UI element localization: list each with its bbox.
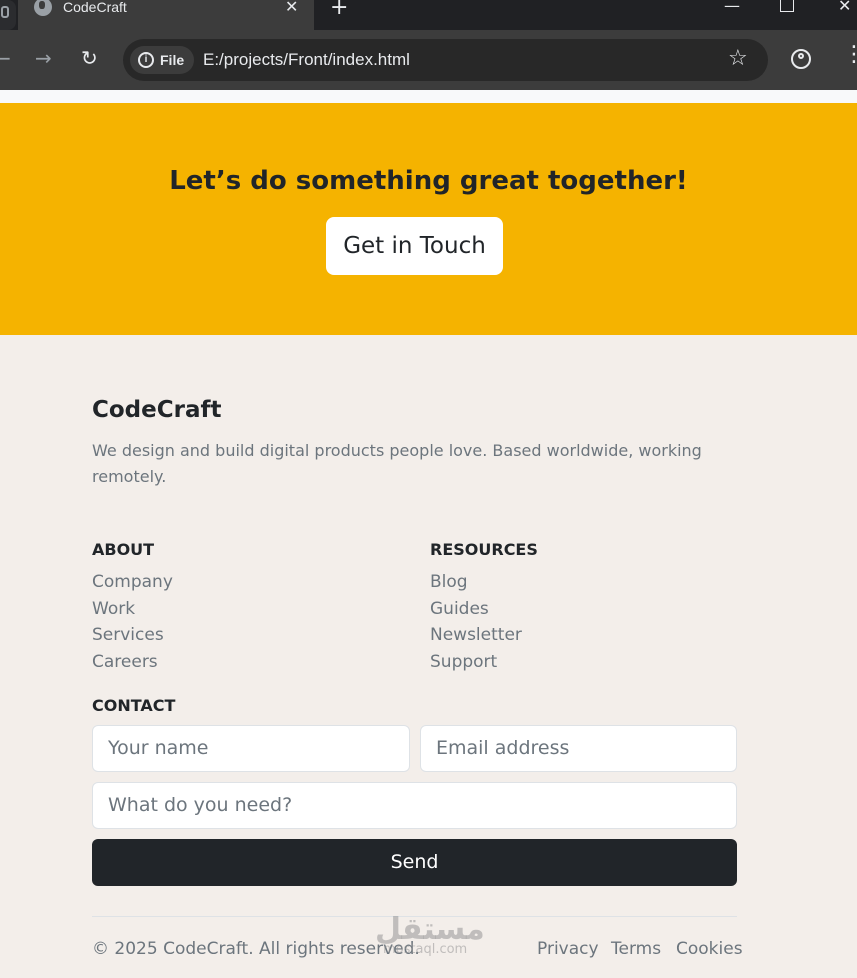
- copyright-text: © 2025 CodeCraft. All rights reserved.: [92, 939, 420, 959]
- about-heading: ABOUT: [92, 540, 155, 559]
- address-bar[interactable]: i File E:/projects/Front/index.html ☆: [123, 39, 768, 81]
- info-icon: i: [138, 52, 154, 68]
- browser-tab-bar: CodeCraft ✕ + — ✕: [0, 0, 857, 30]
- close-window-icon[interactable]: ✕: [838, 0, 851, 15]
- watermark-latin: mostaql.com: [383, 942, 468, 957]
- about-link-careers[interactable]: Careers: [92, 649, 173, 676]
- url-text[interactable]: E:/projects/Front/index.html: [203, 50, 410, 70]
- about-links: Company Work Services Careers: [92, 569, 173, 675]
- site-info-chip[interactable]: i File: [130, 46, 195, 74]
- cookies-link[interactable]: Cookies: [676, 939, 743, 959]
- maximize-icon[interactable]: [780, 0, 794, 12]
- menu-kebab-icon[interactable]: ⋮: [843, 42, 857, 67]
- about-link-work[interactable]: Work: [92, 596, 173, 623]
- resources-heading: RESOURCES: [430, 540, 538, 559]
- resources-link-guides[interactable]: Guides: [430, 596, 522, 623]
- mostaql-watermark: مستقل mostaql.com: [375, 912, 485, 957]
- privacy-link[interactable]: Privacy: [537, 939, 599, 959]
- new-tab-icon[interactable]: +: [330, 0, 348, 20]
- globe-icon: [34, 0, 52, 16]
- about-link-services[interactable]: Services: [92, 622, 173, 649]
- get-in-touch-button[interactable]: Get in Touch: [326, 217, 503, 275]
- back-icon[interactable]: ←: [0, 48, 11, 68]
- browser-toolbar: ← → ↻ i File E:/projects/Front/index.htm…: [0, 30, 857, 90]
- about-link-company[interactable]: Company: [92, 569, 173, 596]
- footer-brand: CodeCraft: [92, 397, 222, 423]
- tab-close-icon[interactable]: ✕: [285, 0, 298, 16]
- resources-link-blog[interactable]: Blog: [430, 569, 522, 596]
- resources-link-newsletter[interactable]: Newsletter: [430, 622, 522, 649]
- file-chip-label: File: [160, 52, 185, 68]
- footer-description: We design and build digital products peo…: [92, 441, 702, 486]
- tab-title: CodeCraft: [63, 0, 127, 15]
- email-input[interactable]: Email address: [420, 725, 737, 772]
- name-input[interactable]: Your name: [92, 725, 410, 772]
- forward-icon[interactable]: →: [35, 48, 52, 68]
- contact-heading: CONTACT: [92, 696, 176, 715]
- resources-link-support[interactable]: Support: [430, 649, 522, 676]
- page-top-strip: [0, 90, 857, 103]
- browser-tab[interactable]: CodeCraft ✕: [18, 0, 314, 30]
- tab-search-icon: [1, 6, 9, 18]
- resources-links: Blog Guides Newsletter Support: [430, 569, 522, 675]
- cta-heading: Let’s do something great together!: [169, 166, 688, 196]
- reload-icon[interactable]: ↻: [81, 48, 98, 68]
- need-input[interactable]: What do you need?: [92, 782, 737, 829]
- cta-section: Let’s do something great together! Get i…: [0, 103, 857, 335]
- send-button[interactable]: Send: [92, 839, 737, 886]
- profile-icon[interactable]: [791, 49, 811, 69]
- terms-link[interactable]: Terms: [611, 939, 661, 959]
- bookmark-star-icon[interactable]: ☆: [728, 46, 748, 71]
- minimize-icon[interactable]: —: [724, 0, 740, 15]
- tab-search-button[interactable]: [0, 0, 16, 30]
